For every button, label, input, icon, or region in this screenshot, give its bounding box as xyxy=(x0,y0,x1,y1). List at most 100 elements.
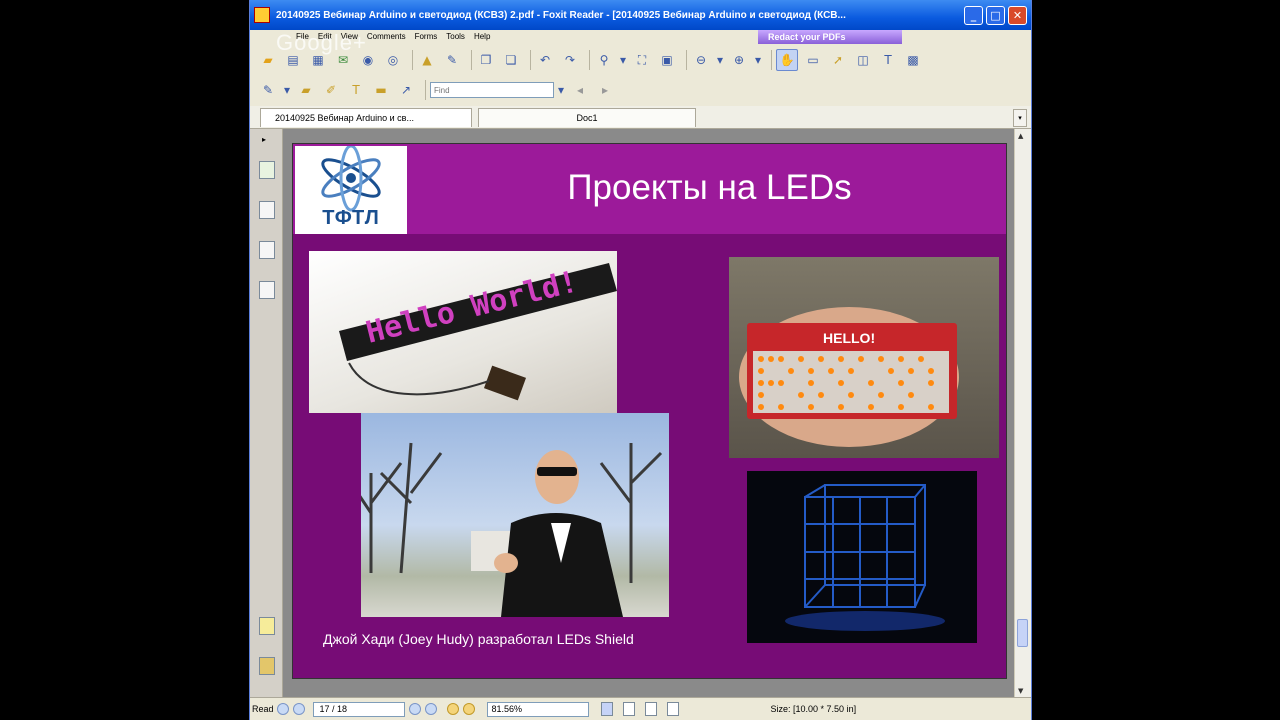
save-icon[interactable]: ▤ xyxy=(283,50,303,70)
scroll-thumb[interactable] xyxy=(1017,619,1028,647)
comment-toolbar: ✎ ▾ ▰ ✐ T ▬ ↗ ▾ ◂ ▸ xyxy=(250,76,1031,104)
select-icon[interactable]: ➚ xyxy=(828,50,848,70)
back-icon[interactable] xyxy=(446,703,459,715)
led-cube-image xyxy=(785,484,945,631)
find-prev-icon[interactable]: ◂ xyxy=(570,80,590,100)
find-input[interactable] xyxy=(430,82,554,98)
menu-comments[interactable]: Comments xyxy=(367,32,406,41)
title-bar[interactable]: 20140925 Вебинар Arduino и светодиод (КС… xyxy=(250,0,1031,30)
redo-icon[interactable]: ↷ xyxy=(560,50,580,70)
led-bar-image: Hello World! xyxy=(339,263,617,401)
collapse-icon[interactable]: ▸ xyxy=(262,135,272,144)
folder-icon[interactable]: ▰ xyxy=(296,80,316,100)
comments-icon[interactable] xyxy=(259,617,275,635)
chevron-down-icon[interactable]: ▾ xyxy=(1013,109,1027,127)
page-number-field[interactable]: 17 / 18 xyxy=(312,701,405,717)
person-image xyxy=(361,442,663,617)
scroll-down-icon[interactable]: ▼ xyxy=(1018,687,1023,695)
chevron-down-icon[interactable]: ▾ xyxy=(557,80,565,100)
foxit-reader-window: 20140925 Вебинар Arduino и светодиод (КС… xyxy=(249,0,1032,720)
status-bar: Read 17 / 18 81.56% Size: [10.00 * 7.50 … xyxy=(250,697,1031,720)
slide-title: Проекты на LEDs xyxy=(567,168,852,207)
vertical-scrollbar[interactable]: ▲ ▼ xyxy=(1014,129,1031,698)
chevron-down-icon[interactable]: ▾ xyxy=(283,80,291,100)
scan-icon[interactable]: ◉ xyxy=(358,50,378,70)
chevron-down-icon[interactable]: ▾ xyxy=(619,50,627,70)
tab-doc1[interactable]: Doc1 xyxy=(478,108,696,127)
joey-hudy-photo xyxy=(361,413,669,617)
comment-icon[interactable]: ▬ xyxy=(371,80,391,100)
email-icon[interactable]: ✉ xyxy=(333,50,353,70)
security-icon[interactable] xyxy=(259,657,275,675)
forward-icon[interactable] xyxy=(462,703,475,715)
zoom-in-icon[interactable]: ⊕ xyxy=(729,50,749,70)
layers-icon[interactable] xyxy=(259,241,275,259)
tab-document[interactable]: 20140925 Вебинар Arduino и св... xyxy=(260,108,472,127)
undo-icon[interactable]: ↶ xyxy=(535,50,555,70)
first-page-icon[interactable] xyxy=(276,703,289,715)
zoom-out-icon[interactable]: ⊖ xyxy=(691,50,711,70)
minimize-button[interactable]: _ xyxy=(964,5,983,25)
note-icon[interactable]: ✐ xyxy=(321,80,341,100)
open-icon[interactable]: ▰ xyxy=(258,50,278,70)
led-matrix-photo: HELLO! xyxy=(729,257,999,458)
led-cube-photo xyxy=(747,471,977,643)
zoom-tool-icon[interactable]: ⚲ xyxy=(594,50,614,70)
continuous-icon[interactable] xyxy=(622,702,635,716)
last-page-icon[interactable] xyxy=(424,703,437,715)
zoom-field[interactable]: 81.56% xyxy=(486,701,589,717)
fit-page-icon[interactable]: ⛶ xyxy=(632,50,652,70)
menu-bar: File Edit View Comments Forms Tools Help xyxy=(250,30,1031,43)
toolbar-separator xyxy=(425,80,426,100)
ad-banner[interactable]: Redact your PDFs xyxy=(758,30,902,44)
chevron-down-icon[interactable]: ▾ xyxy=(754,50,762,70)
close-button[interactable]: ✕ xyxy=(1008,5,1027,25)
continuous-facing-icon[interactable] xyxy=(666,702,679,716)
stamp-icon[interactable]: ▲ xyxy=(417,50,437,70)
toolbar-separator xyxy=(589,50,590,70)
arrow-icon[interactable]: ↗ xyxy=(396,80,416,100)
next-page-icon[interactable] xyxy=(408,703,421,715)
document-view[interactable]: ТФТЛ Проекты на LEDs Hello World! HELLO! xyxy=(283,129,1015,698)
paste-icon[interactable]: ❏ xyxy=(501,50,521,70)
read-mode-label[interactable]: Read xyxy=(252,704,274,714)
find-next-icon[interactable]: ▸ xyxy=(595,80,615,100)
chevron-down-icon[interactable]: ▾ xyxy=(716,50,724,70)
copy-icon[interactable]: ❐ xyxy=(476,50,496,70)
textbox-icon[interactable]: T xyxy=(346,80,366,100)
print-icon[interactable]: ▦ xyxy=(308,50,328,70)
fit-width-icon[interactable]: ▣ xyxy=(657,50,677,70)
pencil-icon[interactable]: ✎ xyxy=(258,80,278,100)
matrix-label: HELLO! xyxy=(823,330,875,346)
prev-page-icon[interactable] xyxy=(292,703,305,715)
select-text-icon[interactable]: ▭ xyxy=(803,50,823,70)
single-page-icon[interactable] xyxy=(600,702,613,716)
binoculars-icon[interactable]: ◫ xyxy=(853,50,873,70)
pdf-page: ТФТЛ Проекты на LEDs Hello World! HELLO! xyxy=(292,143,1007,679)
logo: ТФТЛ xyxy=(295,144,407,234)
attach-icon[interactable]: ✎ xyxy=(442,50,462,70)
toolbar-separator xyxy=(471,50,472,70)
scroll-up-icon[interactable]: ▲ xyxy=(1018,132,1023,140)
toolbar-separator xyxy=(412,50,413,70)
bookmarks-icon[interactable] xyxy=(259,161,275,179)
text-icon[interactable]: T xyxy=(878,50,898,70)
toolbar-separator xyxy=(771,50,772,70)
menu-tools[interactable]: Tools xyxy=(446,32,465,41)
refresh-icon[interactable]: ◎ xyxy=(383,50,403,70)
menu-forms[interactable]: Forms xyxy=(415,32,438,41)
main-toolbar: ▰ ▤ ▦ ✉ ◉ ◎ ▲ ✎ ❐ ❏ ↶ ↷ ⚲ ▾ ⛶ ▣ ⊖ ▾ ⊕ ▾ … xyxy=(250,46,1031,74)
pages-icon[interactable] xyxy=(259,201,275,219)
maximize-button[interactable]: □ xyxy=(986,5,1005,25)
led-matrix-image: HELLO! xyxy=(739,307,959,447)
attachments-icon[interactable] xyxy=(259,281,275,299)
snapshot-icon[interactable]: ▩ xyxy=(903,50,923,70)
logo-text: ТФТЛ xyxy=(322,207,380,229)
document-tabs: 20140925 Вебинар Arduino и св... Doc1 ▾ xyxy=(250,106,1031,129)
hello-world-photo: Hello World! xyxy=(309,251,617,413)
page-size-label: Size: [10.00 * 7.50 in] xyxy=(770,704,857,714)
app-icon xyxy=(254,7,270,23)
facing-icon[interactable] xyxy=(644,702,657,716)
menu-help[interactable]: Help xyxy=(474,32,490,41)
hand-icon[interactable]: ✋ xyxy=(776,49,798,71)
